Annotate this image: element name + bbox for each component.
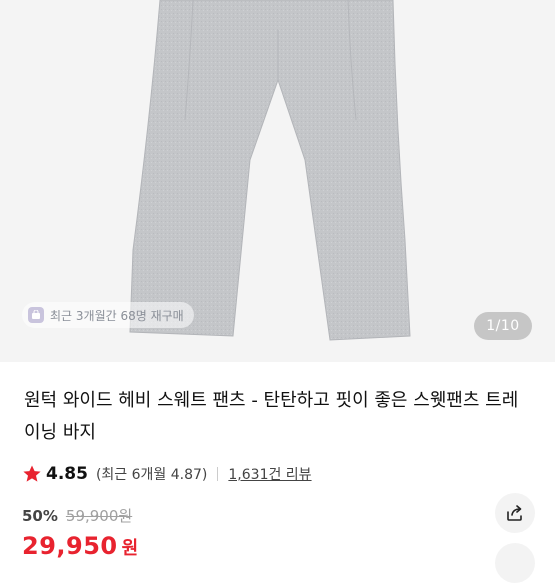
bag-icon xyxy=(28,307,44,323)
star-icon xyxy=(23,465,41,482)
product-title: 원턱 와이드 헤비 스웨트 팬츠 - 탄탄하고 핏이 좋은 스웻팬츠 트레이닝 … xyxy=(24,390,519,443)
divider xyxy=(217,467,219,481)
sale-price: 29,950 xyxy=(22,532,118,560)
original-price: 59,900원 xyxy=(65,507,133,525)
product-image-gallery[interactable]: 최근 3개월간 68명 재구매 1/10 xyxy=(0,0,555,362)
image-page-counter: 1/10 xyxy=(474,312,532,340)
recent-purchase-text: 최근 3개월간 68명 재구매 xyxy=(50,308,184,323)
discount-percent: 50% xyxy=(22,506,58,525)
more-button[interactable] xyxy=(495,543,535,583)
rating-value: 4.85 xyxy=(46,464,88,484)
share-icon xyxy=(507,505,522,521)
rating-row: 4.85 (최근 6개월 4.87) 1,631건 리뷰 xyxy=(22,462,312,486)
recent-rating: (최근 6개월 4.87) xyxy=(95,467,208,483)
review-count-link[interactable]: 1,631건 리뷰 xyxy=(228,464,311,484)
recent-purchase-badge: 최근 3개월간 68명 재구매 xyxy=(22,302,194,328)
price-row: 29,950 원 xyxy=(22,532,138,560)
discount-row: 50% 59,900원 xyxy=(22,505,132,526)
share-button[interactable] xyxy=(495,493,535,533)
currency-label: 원 xyxy=(121,538,139,559)
